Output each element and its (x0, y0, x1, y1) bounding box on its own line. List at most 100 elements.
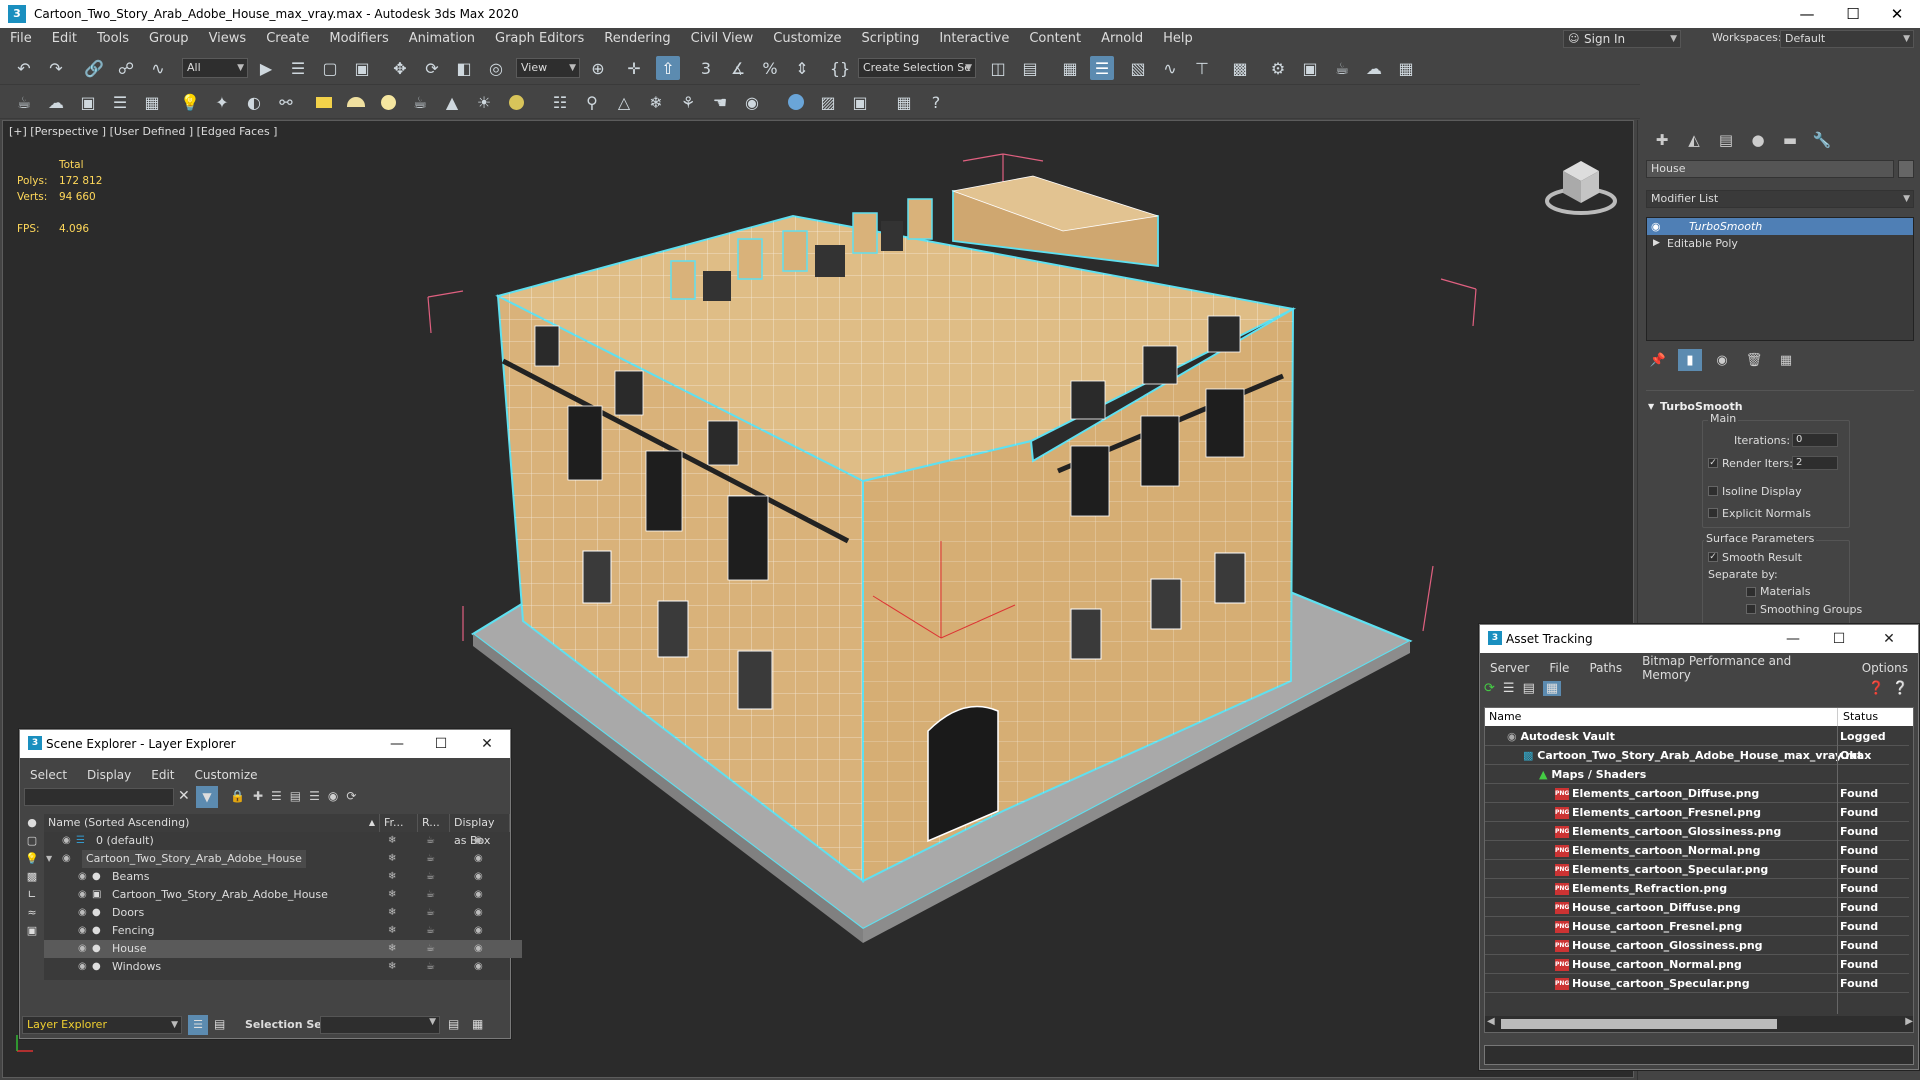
window-crossing-icon[interactable]: ▣ (350, 56, 374, 80)
selection-filter-dropdown[interactable]: All ▼ (182, 58, 248, 78)
box-icon[interactable]: ◉ (474, 832, 483, 850)
table-view-icon[interactable]: ▦ (1542, 681, 1562, 696)
render-setup-icon[interactable]: ⚙ (1266, 56, 1290, 80)
se-menu-edit[interactable]: Edit (141, 768, 184, 782)
freeze-icon[interactable]: ❄ (388, 850, 396, 868)
menu-tools[interactable]: Tools (87, 28, 139, 50)
scene-explorer-titlebar[interactable]: 3 Scene Explorer - Layer Explorer — ☐ ✕ (20, 730, 510, 758)
scroll-left-icon[interactable]: ◀ (1487, 1016, 1495, 1027)
vray-chaos-icon[interactable]: ⚯ (274, 90, 298, 114)
vray-ies-light-icon[interactable]: ▲ (440, 90, 464, 114)
mirror-icon[interactable]: ◫ (986, 56, 1010, 80)
hierarchy-tab-icon[interactable]: ▤ (1710, 128, 1742, 152)
freeze-icon[interactable]: ❄ (388, 904, 396, 922)
filter-icon[interactable]: ▼ (196, 786, 218, 808)
render-teapot-icon[interactable]: ☕ (426, 940, 435, 958)
context-help-icon[interactable]: ❔ (1892, 681, 1908, 696)
select-object-icon[interactable]: ▶ (254, 56, 278, 80)
vray-decal-icon[interactable]: ❄ (644, 90, 668, 114)
toggle-scene-explorer-icon[interactable]: ▦ (1058, 56, 1082, 80)
box-icon[interactable]: ◉ (474, 940, 483, 958)
menu-interactive[interactable]: Interactive (929, 28, 1019, 50)
maximize-button[interactable]: ☐ (418, 730, 464, 758)
display-geometry-icon[interactable]: ● (27, 816, 37, 829)
vray-scene-converter-icon[interactable]: ▦ (892, 90, 916, 114)
new-layer-icon[interactable]: ✚ (253, 789, 263, 803)
asset-row[interactable]: ▲ Maps / Shaders (1485, 765, 1909, 784)
asset-row[interactable]: PNG House_cartoon_Diffuse.png Found (1485, 898, 1909, 917)
display-spacewarps-icon[interactable]: ≈ (27, 906, 36, 919)
iterations-spinner[interactable]: 0 (1792, 433, 1838, 447)
render-iters-spinner[interactable]: 2 (1792, 456, 1838, 470)
viewcube[interactable] (1543, 151, 1619, 221)
menu-rendering[interactable]: Rendering (594, 28, 680, 50)
menu-group[interactable]: Group (139, 28, 199, 50)
asset-row[interactable]: PNG House_cartoon_Glossiness.png Found (1485, 936, 1909, 955)
vray-list-icon[interactable]: ☰ (108, 90, 132, 114)
layer-row[interactable]: ◉ ● Fencing ❄ ☕ ◉ (44, 922, 522, 940)
unlink-icon[interactable]: ☍ (114, 56, 138, 80)
toggle-layer-explorer-icon[interactable]: ☰ (1090, 56, 1114, 80)
asset-row[interactable]: PNG Elements_cartoon_Glossiness.png Found (1485, 822, 1909, 841)
asset-row[interactable]: PNG Elements_cartoon_Fresnel.png Found (1485, 803, 1909, 822)
display-lights-icon[interactable]: 💡 (25, 852, 39, 865)
close-button[interactable]: ✕ (1874, 0, 1920, 28)
eye-icon[interactable]: ◉ (78, 922, 87, 940)
eye-icon[interactable]: ◉ (78, 958, 87, 976)
material-editor-icon[interactable]: ▩ (1228, 56, 1252, 80)
motion-tab-icon[interactable]: ● (1742, 128, 1774, 152)
rotate-icon[interactable]: ⟳ (420, 56, 444, 80)
turbosmooth-rollout-header[interactable]: ▼ TurboSmooth (1646, 398, 1914, 416)
select-children-icon[interactable]: ▤ (290, 789, 301, 803)
vray-mesh-light-icon[interactable]: ☕ (408, 90, 432, 114)
stack-item-editable-poly[interactable]: ▶ Editable Poly (1647, 235, 1913, 252)
vray-material-icon[interactable]: ✦ (210, 90, 234, 114)
close-button[interactable]: ✕ (464, 730, 510, 758)
menu-civil-view[interactable]: Civil View (681, 28, 764, 50)
freeze-icon[interactable]: ❄ (388, 886, 396, 904)
close-button[interactable]: ✕ (1866, 625, 1912, 653)
menu-arnold[interactable]: Arnold (1091, 28, 1153, 50)
add-to-layer-icon[interactable]: ☰ (271, 789, 282, 803)
snaps-toggle-icon[interactable]: 3 (694, 56, 718, 80)
render-iters-checkbox[interactable]: ✓ (1708, 458, 1718, 468)
rectangle-region-icon[interactable]: ▢ (318, 56, 342, 80)
list-view-icon[interactable]: ☰ (1503, 681, 1515, 696)
object-color-swatch[interactable] (1898, 160, 1914, 178)
menu-animation[interactable]: Animation (399, 28, 485, 50)
utilities-tab-icon[interactable]: 🔧 (1806, 128, 1838, 152)
display-shapes-icon[interactable]: ▢ (27, 834, 37, 847)
at-menu-paths[interactable]: Paths (1579, 661, 1632, 675)
remove-modifier-icon[interactable]: 🗑 (1742, 349, 1766, 371)
asset-path-field[interactable] (1484, 1045, 1914, 1065)
eye-icon[interactable]: ◉ (62, 850, 71, 868)
eye-icon[interactable]: ◉ (62, 832, 71, 850)
render-teapot-icon[interactable]: ☕ (426, 850, 435, 868)
menu-edit[interactable]: Edit (42, 28, 87, 50)
refresh-icon[interactable]: ⟳ (1484, 681, 1495, 696)
asset-row[interactable]: PNG House_cartoon_Specular.png Found (1485, 974, 1909, 993)
isoline-display-checkbox[interactable] (1708, 486, 1718, 496)
menu-customize[interactable]: Customize (763, 28, 851, 50)
help-icon[interactable]: ? (924, 90, 948, 114)
modify-tab-icon[interactable]: ◭ (1678, 128, 1710, 152)
menu-help[interactable]: Help (1153, 28, 1203, 50)
vray-proxy-icon[interactable]: ⚲ (580, 90, 604, 114)
expand-triangle-icon[interactable]: ▶ (1653, 235, 1660, 252)
vray-volume-grid-icon[interactable]: ▣ (848, 90, 872, 114)
vray-frame-buffer-icon[interactable]: ▣ (76, 90, 100, 114)
layer-row[interactable]: ◉ ● Beams ❄ ☕ ◉ (44, 868, 522, 886)
keyboard-shortcut-override-icon[interactable]: ⇧ (656, 56, 680, 80)
menu-content[interactable]: Content (1019, 28, 1091, 50)
render-teapot-icon[interactable]: ☕ (426, 958, 435, 976)
column-header-display-as-box[interactable]: Display as Box (450, 814, 510, 847)
asset-row[interactable]: PNG Elements_Refraction.png Found (1485, 879, 1909, 898)
maximize-button[interactable]: ☐ (1816, 625, 1862, 653)
menu-graph-editors[interactable]: Graph Editors (485, 28, 594, 50)
vray-teapot-icon[interactable]: ☕ (12, 90, 36, 114)
smooth-result-checkbox[interactable]: ✓ (1708, 552, 1718, 562)
a360-gallery-icon[interactable]: ▦ (1394, 56, 1418, 80)
create-tab-icon[interactable]: ✚ (1646, 128, 1678, 152)
vray-fur-grass-icon[interactable]: ⚘ (676, 90, 700, 114)
at-menu-bitmap-performance[interactable]: Bitmap Performance and Memory (1632, 654, 1852, 682)
